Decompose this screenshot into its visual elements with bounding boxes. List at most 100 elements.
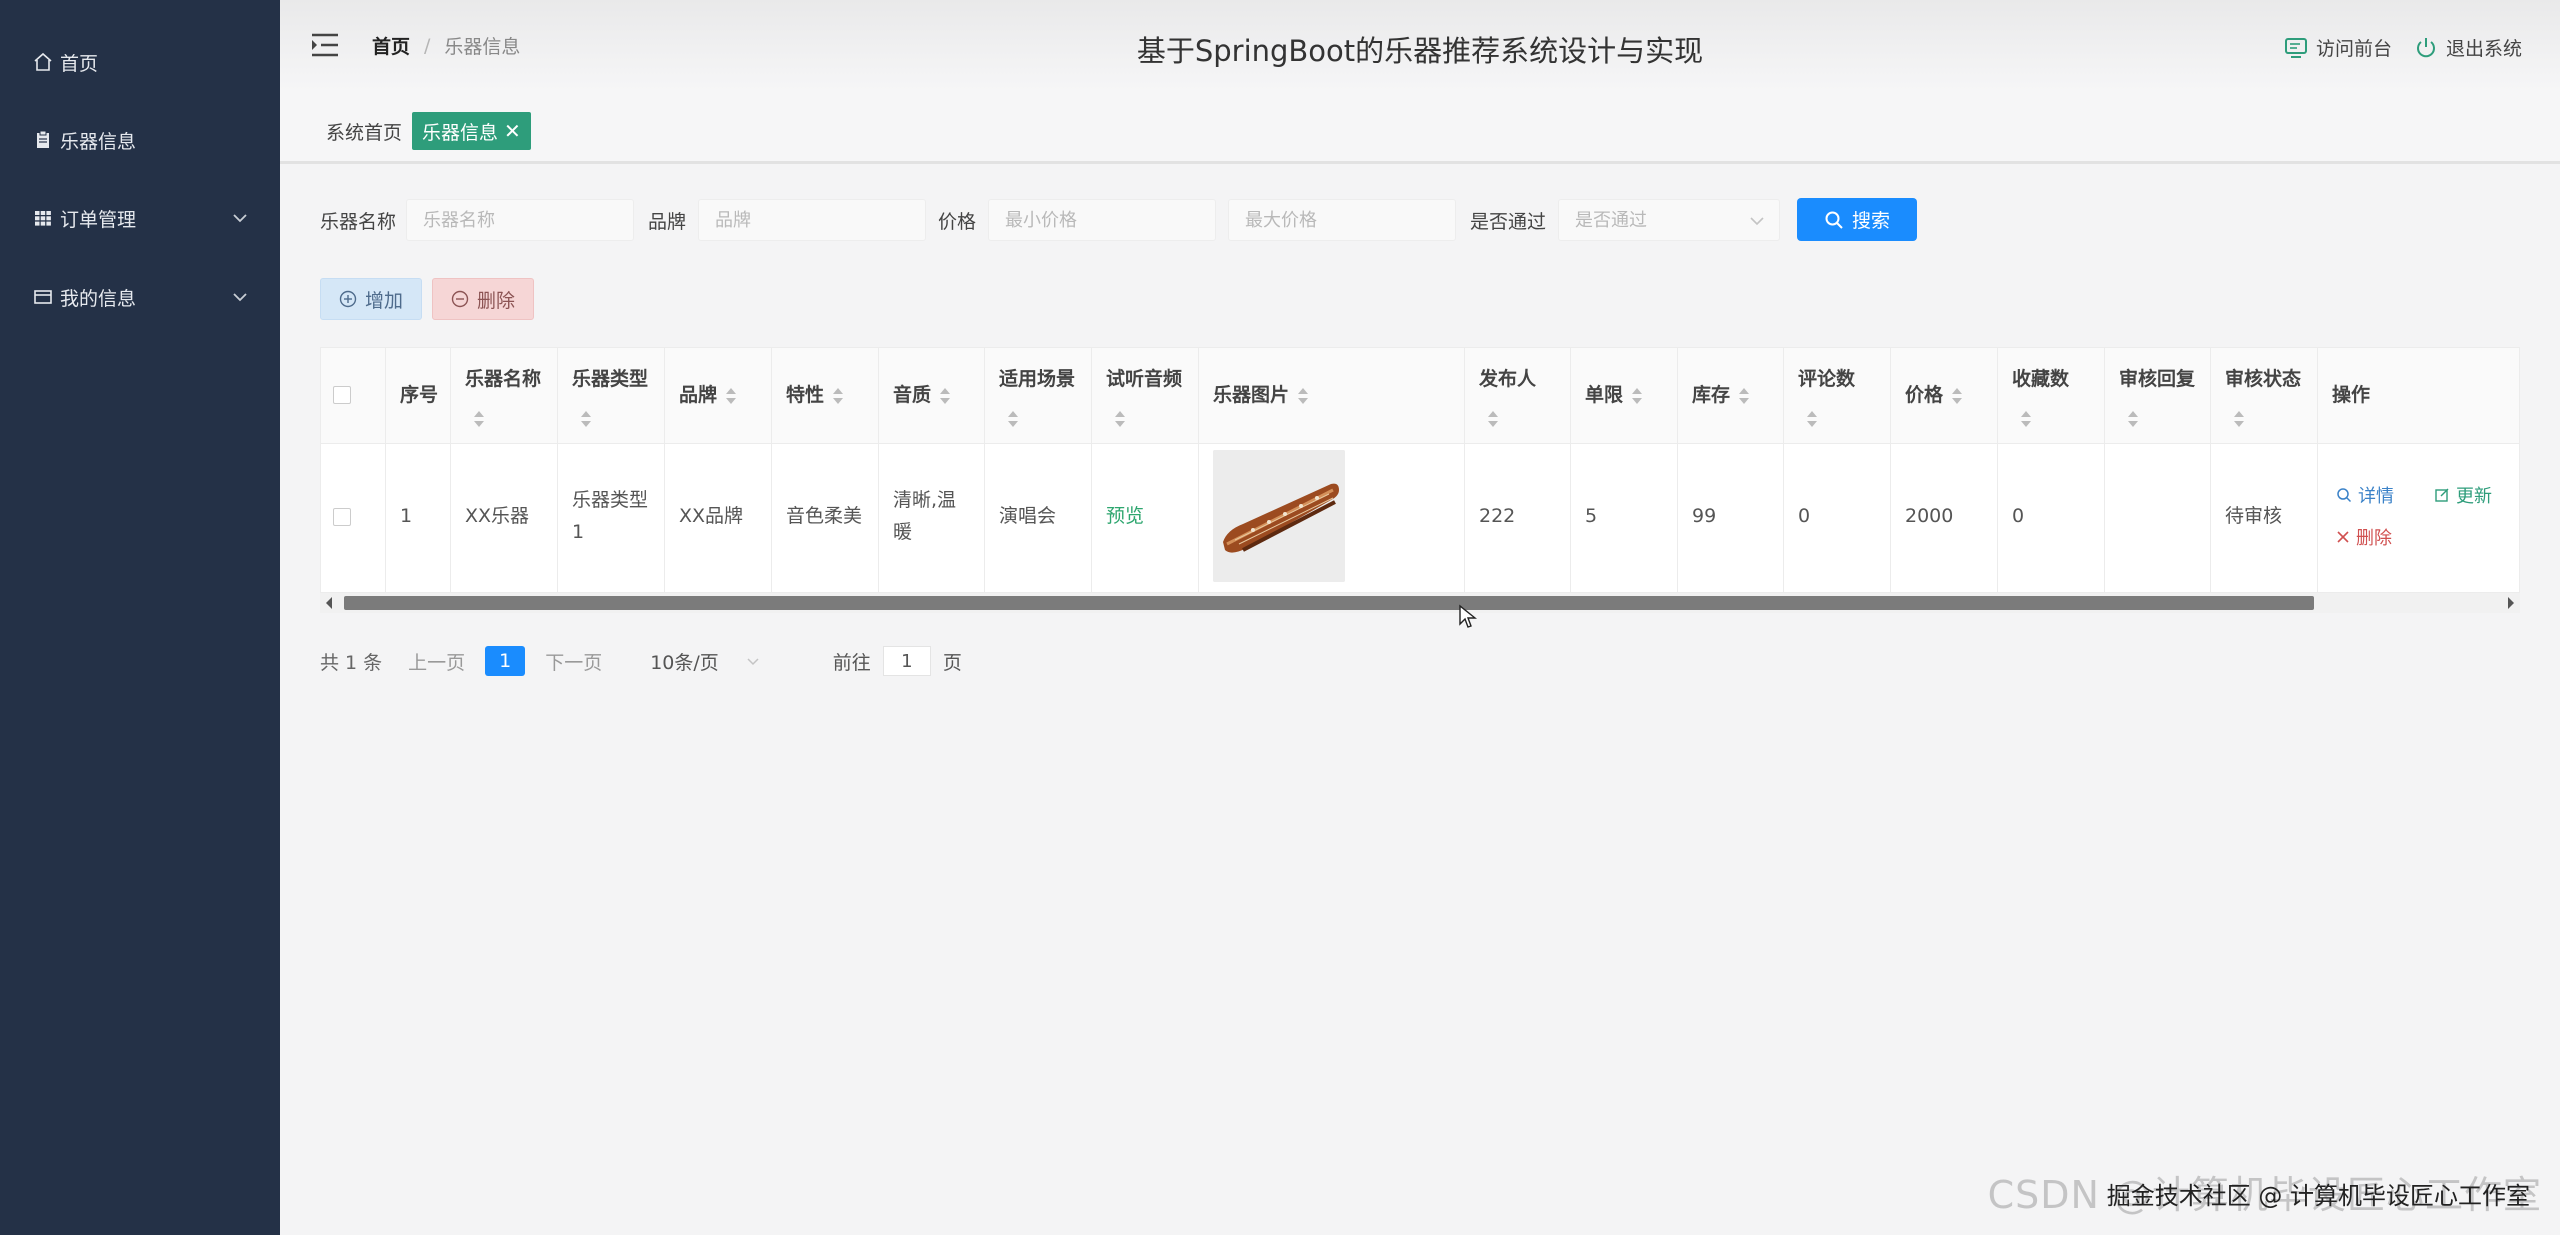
th-publisher[interactable]: 发布人 bbox=[1465, 348, 1571, 443]
th-brand[interactable]: 品牌 bbox=[665, 348, 772, 443]
power-icon bbox=[2416, 37, 2435, 57]
row-checkbox[interactable] bbox=[333, 508, 351, 526]
td-comments: 0 bbox=[1784, 444, 1891, 592]
minus-circle-icon bbox=[451, 290, 469, 308]
cell-value: 1 bbox=[400, 505, 413, 527]
audio-preview-link[interactable]: 预览 bbox=[1106, 500, 1144, 532]
sort-icon[interactable] bbox=[473, 410, 485, 428]
detail-button[interactable]: 详情 bbox=[2336, 482, 2394, 508]
close-icon bbox=[2337, 531, 2349, 543]
clipboard-icon bbox=[32, 129, 54, 151]
sort-icon[interactable] bbox=[1806, 410, 1818, 428]
chevron-down-icon bbox=[233, 214, 247, 223]
visit-front-label: 访问前台 bbox=[2315, 38, 2392, 60]
th-scene[interactable]: 适用场景 bbox=[985, 348, 1092, 443]
tag-instruments-active[interactable]: 乐器信息 ✕ bbox=[412, 112, 531, 150]
column-label: 价格 bbox=[1905, 384, 1944, 406]
next-page-button[interactable]: 下一页 bbox=[545, 648, 602, 675]
th-type[interactable]: 乐器类型 bbox=[558, 348, 665, 443]
cell-value: 0 bbox=[1798, 505, 1811, 527]
sidebar-item-my-info[interactable]: 我的信息 bbox=[0, 267, 280, 327]
th-price[interactable]: 价格 bbox=[1891, 348, 1998, 443]
sort-icon[interactable] bbox=[1951, 387, 1963, 405]
th-image[interactable]: 乐器图片 bbox=[1199, 348, 1465, 443]
sort-icon[interactable] bbox=[1738, 387, 1750, 405]
sidebar-item-home[interactable]: 首页 bbox=[0, 32, 280, 92]
th-favorites[interactable]: 收藏数 bbox=[1998, 348, 2105, 443]
sort-icon[interactable] bbox=[1631, 387, 1643, 405]
sort-icon[interactable] bbox=[2233, 410, 2245, 428]
close-icon[interactable]: ✕ bbox=[504, 119, 521, 143]
row-select-cell bbox=[321, 444, 386, 592]
sort-icon[interactable] bbox=[1114, 410, 1126, 428]
plus-circle-icon bbox=[339, 290, 357, 308]
top-header: 首页 / 乐器信息 基于SpringBoot的乐器推荐系统设计与实现 访问前台 … bbox=[280, 0, 2560, 92]
name-input[interactable] bbox=[406, 199, 634, 241]
page-title: 基于SpringBoot的乐器推荐系统设计与实现 bbox=[1136, 34, 1704, 68]
scrollbar-thumb[interactable] bbox=[344, 596, 2314, 610]
scroll-left-arrow[interactable] bbox=[326, 597, 332, 609]
cell-value: 音色柔美 bbox=[786, 505, 863, 527]
add-button[interactable]: 增加 bbox=[320, 278, 422, 320]
sort-icon[interactable] bbox=[725, 387, 737, 405]
sort-icon[interactable] bbox=[580, 410, 592, 428]
home-icon bbox=[32, 51, 54, 73]
mouse-cursor-icon bbox=[1459, 604, 1477, 628]
sort-icon[interactable] bbox=[2020, 410, 2032, 428]
sort-icon[interactable] bbox=[1487, 410, 1499, 428]
th-name[interactable]: 乐器名称 bbox=[451, 348, 558, 443]
visit-front-button[interactable]: 访问前台 bbox=[2284, 34, 2392, 61]
monitor-icon bbox=[2284, 37, 2307, 58]
logout-label: 退出系统 bbox=[2445, 38, 2522, 60]
header-actions: 访问前台 退出系统 bbox=[2262, 34, 2522, 61]
tag-system-home[interactable]: 系统首页 bbox=[316, 112, 412, 150]
delete-button[interactable]: 删除 bbox=[432, 278, 534, 320]
column-label: 试听音频 bbox=[1106, 368, 1183, 390]
select-all-checkbox[interactable] bbox=[333, 386, 351, 404]
th-limit[interactable]: 单限 bbox=[1571, 348, 1678, 443]
th-feature[interactable]: 特性 bbox=[772, 348, 879, 443]
max-price-input[interactable] bbox=[1228, 199, 1456, 241]
page-number-current[interactable]: 1 bbox=[485, 646, 526, 676]
column-label: 收藏数 bbox=[2012, 368, 2070, 390]
pagination: 共 1 条 上一页 1 下一页 10条/页 前往 页 bbox=[320, 645, 962, 677]
row-delete-button[interactable]: 删除 bbox=[2336, 524, 2392, 550]
sort-icon[interactable] bbox=[939, 387, 951, 405]
brand-label: 品牌 bbox=[648, 211, 687, 233]
goto-page: 前往 页 bbox=[833, 646, 962, 676]
brand-input[interactable] bbox=[698, 199, 926, 241]
logout-button[interactable]: 退出系统 bbox=[2414, 34, 2522, 61]
sort-icon[interactable] bbox=[1297, 387, 1309, 405]
th-comments[interactable]: 评论数 bbox=[1784, 348, 1891, 443]
cell-value: 2000 bbox=[1905, 505, 1954, 527]
th-stock[interactable]: 库存 bbox=[1678, 348, 1784, 443]
sort-icon[interactable] bbox=[1007, 410, 1019, 428]
th-quality[interactable]: 音质 bbox=[879, 348, 985, 443]
page-size-label: 10条/页 bbox=[650, 651, 719, 674]
th-status[interactable]: 审核状态 bbox=[2211, 348, 2318, 443]
sort-icon[interactable] bbox=[2127, 410, 2139, 428]
min-price-input[interactable] bbox=[988, 199, 1216, 241]
th-reply[interactable]: 审核回复 bbox=[2105, 348, 2211, 443]
page-size-select[interactable]: 10条/页 bbox=[650, 648, 761, 675]
table-horizontal-scrollbar[interactable] bbox=[320, 593, 2520, 613]
cell-value: 0 bbox=[2012, 505, 2025, 527]
tags-bar: 系统首页 乐器信息 ✕ bbox=[280, 92, 2560, 164]
scroll-right-arrow[interactable] bbox=[2508, 597, 2514, 609]
detail-label: 详情 bbox=[2358, 486, 2394, 507]
td-index: 1 bbox=[386, 444, 451, 592]
chevron-down-icon bbox=[1750, 217, 1764, 226]
approved-select[interactable] bbox=[1558, 199, 1780, 241]
sort-icon[interactable] bbox=[832, 387, 844, 405]
update-button[interactable]: 更新 bbox=[2434, 482, 2492, 508]
search-button[interactable]: 搜索 bbox=[1797, 198, 1917, 241]
prev-page-button[interactable]: 上一页 bbox=[408, 648, 465, 675]
column-label: 发布人 bbox=[1479, 368, 1537, 390]
guzheng-image bbox=[1213, 450, 1345, 582]
th-audio[interactable]: 试听音频 bbox=[1092, 348, 1199, 443]
instrument-image[interactable] bbox=[1213, 450, 1345, 582]
sidebar-item-orders[interactable]: 订单管理 bbox=[0, 188, 280, 248]
goto-page-input[interactable] bbox=[882, 646, 931, 676]
td-quality: 清晰,温暖 bbox=[879, 444, 985, 592]
sidebar-item-instruments[interactable]: 乐器信息 bbox=[0, 110, 280, 170]
